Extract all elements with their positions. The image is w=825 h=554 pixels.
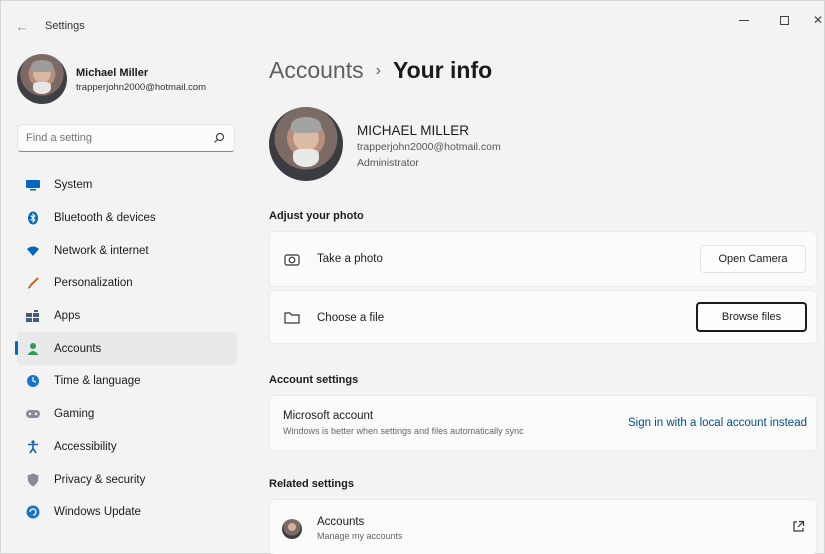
minimize-icon [739, 20, 749, 22]
sidebar-item-label: System [54, 179, 93, 192]
avatar-hair [291, 117, 321, 133]
active-indicator [15, 341, 18, 356]
minimize-button[interactable] [727, 9, 761, 31]
microsoft-account-description: Windows is better when settings and file… [283, 426, 524, 436]
person-icon [26, 342, 40, 356]
take-photo-label: Take a photo [317, 253, 383, 265]
sidebar-item-label: Gaming [54, 408, 95, 421]
user-role: Administrator [357, 157, 419, 169]
accounts-related-card[interactable]: Accounts Manage my accounts [269, 499, 817, 554]
bluetooth-icon [26, 211, 40, 225]
choose-file-label: Choose a file [317, 312, 385, 324]
sidebar-item-label: Privacy & security [54, 473, 146, 486]
sidebar-nav: System Bluetooth & devices Network & int… [15, 169, 237, 529]
user-email: trapperjohn2000@hotmail.com [357, 141, 501, 153]
folder-icon [284, 312, 300, 324]
take-photo-card: Take a photo Open Camera [269, 231, 817, 287]
sidebar-item-label: Time & language [54, 375, 141, 388]
section-header-account-settings: Account settings [269, 374, 359, 386]
section-header-adjust-photo: Adjust your photo [269, 210, 364, 222]
sidebar-item-label: Apps [54, 310, 81, 323]
accounts-related-description: Manage my accounts [317, 531, 403, 541]
breadcrumb-separator: › [375, 62, 381, 79]
sidebar-item-label: Accounts [54, 342, 102, 355]
apps-icon [26, 309, 40, 323]
open-camera-button[interactable]: Open Camera [700, 245, 806, 273]
maximize-icon [779, 16, 789, 26]
user-name: MICHAEL MILLER [357, 123, 470, 138]
settings-window: ← Settings ✕ Michael Miller trapperjohn2… [0, 0, 825, 554]
sidebar-item-personalization[interactable]: Personalization [17, 267, 237, 300]
back-button[interactable]: ← [13, 18, 31, 36]
sidebar-item-label: Accessibility [54, 440, 117, 453]
profile-avatar[interactable] [17, 54, 67, 104]
sidebar-item-gaming[interactable]: Gaming [17, 398, 237, 431]
breadcrumb-parent[interactable]: Accounts [269, 57, 364, 84]
title-bar: ← Settings ✕ [1, 1, 824, 45]
search-icon[interactable] [212, 131, 226, 145]
maximize-button[interactable] [767, 9, 801, 31]
profile-name: Michael Miller [76, 67, 149, 79]
accounts-avatar-icon [282, 519, 302, 539]
camera-icon [284, 254, 300, 266]
avatar-hair [31, 60, 53, 72]
microsoft-account-title: Microsoft account [283, 410, 374, 422]
gamepad-icon [26, 407, 40, 421]
breadcrumb: Accounts › Your info [269, 57, 492, 84]
choose-file-card: Choose a file Browse files [269, 290, 817, 344]
profile-email: trapperjohn2000@hotmail.com [76, 82, 207, 93]
update-icon [26, 505, 40, 519]
sidebar-item-label: Bluetooth & devices [54, 212, 156, 225]
sidebar-item-network[interactable]: Network & internet [17, 234, 237, 267]
sign-in-local-account-link[interactable]: Sign in with a local account instead [628, 417, 807, 429]
search-box [17, 124, 235, 152]
shield-icon [26, 473, 40, 487]
sidebar-item-privacy[interactable]: Privacy & security [17, 463, 237, 496]
system-icon [26, 178, 40, 192]
sidebar-item-label: Network & internet [54, 244, 149, 257]
search-input[interactable] [26, 129, 206, 147]
brush-icon [26, 276, 40, 290]
open-external-icon[interactable] [792, 520, 805, 533]
sidebar-item-accounts[interactable]: Accounts [15, 332, 237, 366]
microsoft-account-card: Microsoft account Windows is better when… [269, 395, 817, 451]
sidebar-item-windows-update[interactable]: Windows Update [17, 496, 237, 529]
close-button[interactable]: ✕ [801, 9, 825, 31]
browse-files-button[interactable]: Browse files [696, 302, 807, 332]
globe-clock-icon [26, 374, 40, 388]
page-title: Your info [392, 57, 493, 83]
sidebar-item-apps[interactable]: Apps [17, 300, 237, 333]
sidebar-item-accessibility[interactable]: Accessibility [17, 431, 237, 464]
sidebar-item-label: Personalization [54, 277, 133, 290]
sidebar-item-bluetooth[interactable]: Bluetooth & devices [17, 202, 237, 235]
app-title: Settings [45, 20, 85, 32]
avatar-beard [33, 82, 51, 94]
section-header-related-settings: Related settings [269, 478, 354, 490]
avatar-beard [293, 149, 319, 167]
sidebar-item-label: Windows Update [54, 506, 141, 519]
wifi-icon [26, 244, 40, 258]
user-avatar [269, 107, 343, 181]
sidebar-item-system[interactable]: System [17, 169, 237, 202]
sidebar-item-time-language[interactable]: Time & language [17, 365, 237, 398]
accounts-related-title: Accounts [317, 516, 365, 528]
accessibility-icon [26, 440, 40, 454]
